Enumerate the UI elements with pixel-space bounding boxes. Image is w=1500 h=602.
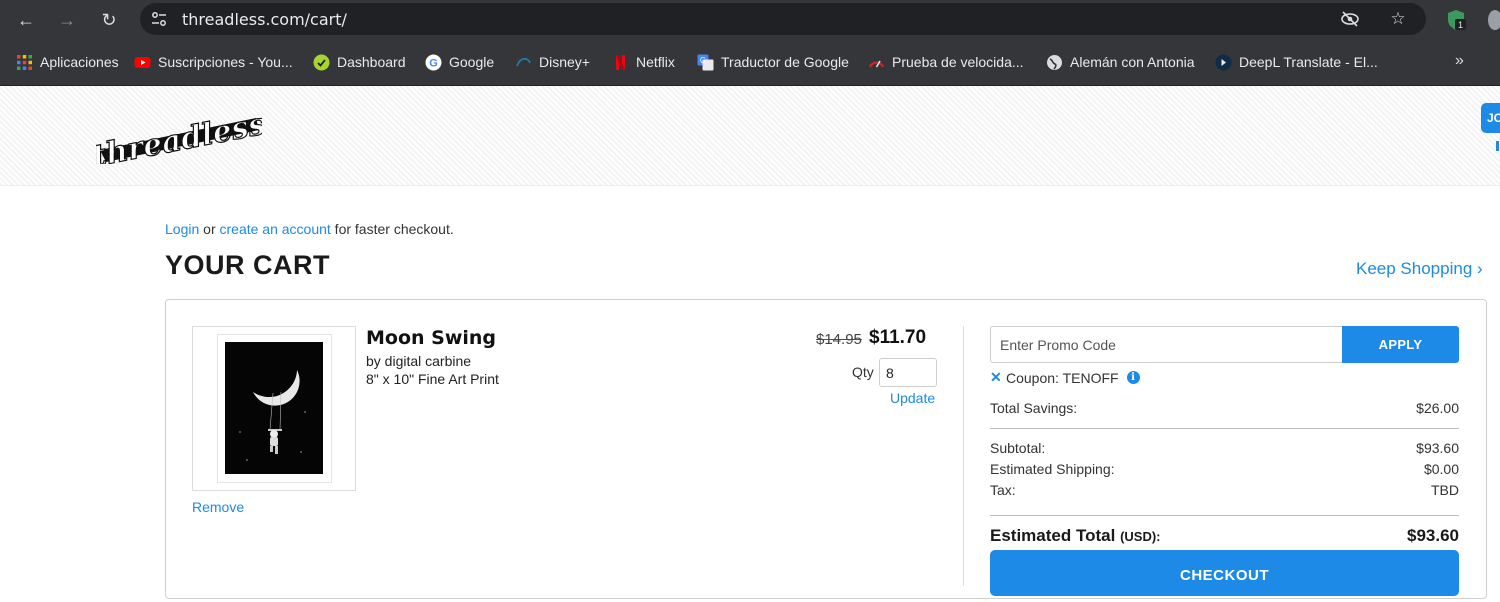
bookmark-netflix[interactable]: Netflix [612, 52, 675, 72]
product-name[interactable]: Moon Swing [366, 327, 496, 349]
dashboard-icon [313, 54, 330, 70]
subtotal-label: Subtotal: [990, 440, 1046, 456]
shipping-row: Estimated Shipping: $0.00 [990, 461, 1459, 477]
promo-code-input[interactable] [990, 326, 1343, 363]
address-bar[interactable]: threadless.com/cart/ ☆ [140, 3, 1426, 35]
extension-shield-icon[interactable]: 1 [1446, 9, 1466, 31]
faster-checkout-text: for faster checkout. [330, 221, 454, 237]
bookmark-deepl[interactable]: DeepL Translate - El... [1215, 52, 1378, 72]
update-quantity-link[interactable]: Update [890, 390, 935, 406]
subtotal-value: $93.60 [1416, 440, 1459, 456]
bookmark-label: Alemán con Antonia [1070, 54, 1195, 70]
bookmark-label: Traductor de Google [721, 54, 849, 70]
bookmark-label: Prueba de velocida... [892, 54, 1024, 70]
moon-swing-artwork [225, 342, 323, 474]
svg-text:G: G [700, 56, 706, 65]
tax-label: Tax: [990, 482, 1016, 498]
bookmark-label: Google [449, 54, 495, 70]
shipping-value: $0.00 [1423, 461, 1459, 477]
column-divider [963, 326, 964, 586]
extension-badge-count: 1 [1458, 20, 1463, 30]
reload-icon[interactable]: ↻ [97, 8, 121, 32]
total-savings-row: Total Savings: $26.00 [990, 400, 1459, 416]
estimated-total-value: $93.60 [1407, 526, 1459, 545]
url-text[interactable]: threadless.com/cart/ [182, 10, 347, 29]
applied-coupon: ✕ Coupon: TENOFF i [990, 369, 1140, 386]
bookmarks-overflow-icon[interactable]: » [1455, 52, 1464, 70]
google-translate-icon: G [697, 54, 714, 70]
svg-text:G: G [429, 57, 438, 69]
tax-row: Tax: TBD [990, 482, 1459, 498]
coupon-text: Coupon: TENOFF [1006, 369, 1119, 386]
quantity-input[interactable] [879, 358, 937, 387]
original-price: $14.95 [816, 331, 862, 348]
remove-item-link[interactable]: Remove [192, 499, 244, 515]
bookmark-label: Aplicaciones [40, 54, 119, 70]
netflix-icon [616, 54, 625, 70]
or-text: or [199, 221, 220, 237]
total-savings-label: Total Savings: [990, 400, 1078, 416]
login-prompt: Login or create an account for faster ch… [165, 221, 454, 237]
bookmark-youtube[interactable]: Suscripciones - You... [134, 52, 293, 72]
logo-text: threadless [96, 107, 262, 164]
star-icon[interactable]: ☆ [1388, 9, 1408, 29]
bookmark-speedtest[interactable]: Prueba de velocida... [868, 52, 1024, 72]
checkout-button[interactable]: CHECKOUT [990, 550, 1459, 596]
deepl-icon [1215, 54, 1232, 70]
keep-shopping-link[interactable]: Keep Shopping › [1356, 259, 1483, 279]
sale-price: $11.70 [869, 327, 927, 348]
create-account-link[interactable]: create an account [220, 221, 331, 237]
info-icon[interactable]: i [1126, 371, 1140, 384]
bookmark-label: DeepL Translate - El... [1239, 54, 1378, 70]
bookmark-label: Disney+ [539, 54, 590, 70]
apply-promo-button[interactable]: APPLY [1342, 326, 1459, 363]
product-variant: 8" x 10" Fine Art Print [366, 371, 499, 387]
tax-value: TBD [1431, 482, 1459, 498]
bookmark-google-translate[interactable]: G Traductor de Google [697, 52, 849, 72]
google-icon: G [425, 54, 442, 70]
bookmark-aleman-con-antonia[interactable]: Alemán con Antonia [1046, 52, 1195, 72]
bookmark-dashboard[interactable]: Dashboard [313, 52, 406, 72]
shipping-label: Estimated Shipping: [990, 461, 1115, 477]
extension-icon[interactable] [1488, 10, 1500, 30]
youtube-icon [134, 56, 151, 68]
total-savings-value: $26.00 [1416, 400, 1459, 416]
summary-divider [990, 428, 1459, 429]
bookmark-google[interactable]: G Google [425, 52, 494, 72]
eye-slash-icon[interactable] [1340, 9, 1360, 29]
speedtest-icon [868, 60, 885, 68]
browser-toolbar: ← → ↻ threadless.com/cart/ ☆ 1 [0, 0, 1500, 40]
bookmark-label: Dashboard [337, 54, 406, 70]
join-button[interactable]: JO [1481, 103, 1500, 133]
page-title: YOUR CART [165, 250, 330, 280]
estimated-total-row: Estimated Total (USD): $93.60 [990, 526, 1459, 546]
apps-grid-icon [17, 54, 32, 70]
disney-plus-icon [516, 57, 531, 66]
site-info-icon[interactable] [150, 10, 168, 28]
bookmarks-bar: Aplicaciones Suscripciones - You... Dash… [0, 40, 1500, 86]
login-link[interactable]: Login [165, 221, 199, 237]
back-arrow-icon[interactable]: ← [14, 8, 38, 32]
bookmark-label: Suscripciones - You... [158, 54, 293, 70]
estimated-total-label: Estimated Total [990, 526, 1116, 545]
subtotal-row: Subtotal: $93.60 [990, 440, 1459, 456]
bookmark-label: Netflix [636, 54, 675, 70]
quantity-label: Qty [852, 364, 874, 380]
bookmark-aplicaciones[interactable]: Aplicaciones [16, 52, 119, 72]
remove-coupon-icon[interactable]: ✕ [990, 369, 1002, 386]
bookmark-disney-plus[interactable]: Disney+ [515, 52, 590, 72]
header-edge-mark [1496, 141, 1499, 151]
summary-divider [990, 515, 1459, 516]
threadless-logo[interactable]: threadless [96, 106, 262, 164]
globe-icon [1047, 54, 1062, 70]
site-header: threadless JO [0, 86, 1500, 186]
forward-arrow-icon[interactable]: → [55, 8, 79, 32]
product-artist: by digital carbine [366, 353, 472, 369]
currency-label: (USD): [1120, 529, 1161, 544]
